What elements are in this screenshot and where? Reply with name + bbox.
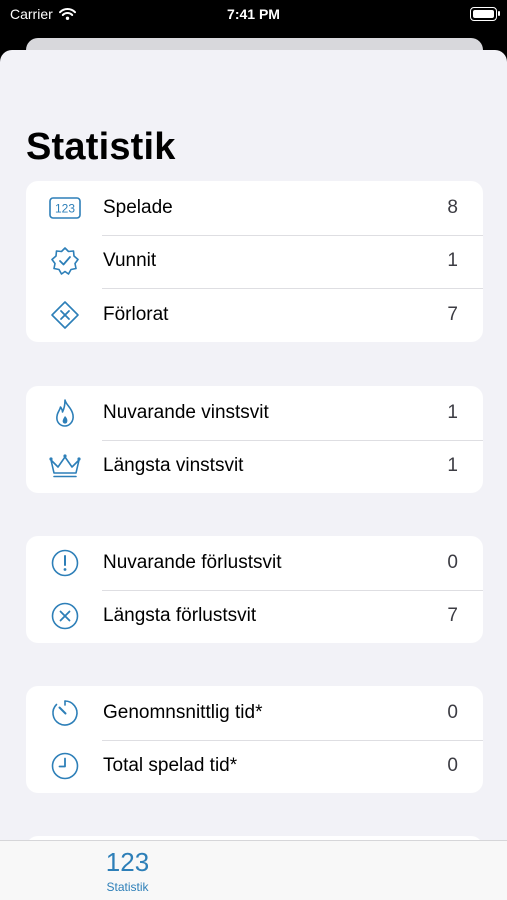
stat-label: Vunnit bbox=[103, 250, 157, 272]
stat-label: Längsta vinstsvit bbox=[103, 455, 244, 477]
tab-statistik[interactable]: 123 Statistik bbox=[90, 847, 165, 894]
timer-icon bbox=[48, 698, 82, 728]
status-time: 7:41 PM bbox=[227, 6, 280, 22]
stat-value: 8 bbox=[447, 196, 458, 218]
crown-icon bbox=[48, 451, 82, 481]
xmark-diamond-icon bbox=[48, 300, 82, 330]
stat-label: Spelade bbox=[103, 196, 173, 218]
stats-group-loss-streaks: Nuvarande förlustsvit 0 Längsta förlusts… bbox=[26, 536, 483, 643]
stat-row-current-loss-streak: Nuvarande förlustsvit 0 bbox=[26, 536, 483, 590]
exclamation-circle-icon bbox=[48, 548, 82, 578]
stat-value: 7 bbox=[447, 303, 458, 325]
flame-icon bbox=[48, 398, 82, 428]
stat-label: Nuvarande förlustsvit bbox=[103, 551, 282, 573]
battery-icon bbox=[470, 7, 500, 21]
stat-row-forlorat: Förlorat 7 bbox=[26, 288, 483, 342]
stat-row-vunnit: Vunnit 1 bbox=[26, 234, 483, 289]
clock-icon bbox=[48, 751, 82, 781]
stat-row-longest-win-streak: Längsta vinstsvit 1 bbox=[26, 439, 483, 494]
stat-value: 0 bbox=[447, 551, 458, 573]
stats-group-games: 123 Spelade 8 Vunnit 1 Förlorat 7 bbox=[26, 181, 483, 342]
stat-value: 1 bbox=[447, 455, 458, 477]
stat-label: Genomnsnittlig tid* bbox=[103, 701, 263, 723]
statistics-sheet: Statistik 123 Spelade 8 Vunnit 1 Förlora… bbox=[0, 50, 507, 900]
stats-group-win-streaks: Nuvarande vinstsvit 1 Längsta vinstsvit … bbox=[26, 386, 483, 493]
stat-value: 1 bbox=[447, 401, 458, 423]
stat-label: Total spelad tid* bbox=[103, 755, 238, 777]
tab-label: Statistik bbox=[106, 880, 149, 894]
checkmark-seal-icon bbox=[48, 246, 82, 276]
stat-row-longest-loss-streak: Längsta förlustsvit 7 bbox=[26, 589, 483, 644]
stat-label: Nuvarande vinstsvit bbox=[103, 401, 269, 423]
page-title: Statistik bbox=[26, 126, 176, 168]
stat-row-current-win-streak: Nuvarande vinstsvit 1 bbox=[26, 386, 483, 440]
stat-value: 0 bbox=[447, 755, 458, 777]
stat-label: Längsta förlustsvit bbox=[103, 605, 257, 627]
stat-row-total-time: Total spelad tid* 0 bbox=[26, 739, 483, 794]
stat-value: 1 bbox=[447, 250, 458, 272]
stat-row-average-time: Genomnsnittlig tid* 0 bbox=[26, 686, 483, 740]
xmark-circle-icon bbox=[48, 601, 82, 631]
status-bar: Carrier 7:41 PM bbox=[0, 0, 507, 30]
stat-value: 0 bbox=[447, 701, 458, 723]
stat-label: Förlorat bbox=[103, 303, 169, 325]
number-123-icon: 123 bbox=[105, 847, 150, 877]
stat-row-spelade: 123 Spelade 8 bbox=[26, 181, 483, 235]
number-123-icon: 123 bbox=[48, 193, 82, 223]
svg-text:123: 123 bbox=[55, 201, 75, 215]
stats-group-time: Genomnsnittlig tid* 0 Total spelad tid* … bbox=[26, 686, 483, 793]
tab-bar: 123 Statistik bbox=[0, 840, 507, 900]
stat-value: 7 bbox=[447, 605, 458, 627]
